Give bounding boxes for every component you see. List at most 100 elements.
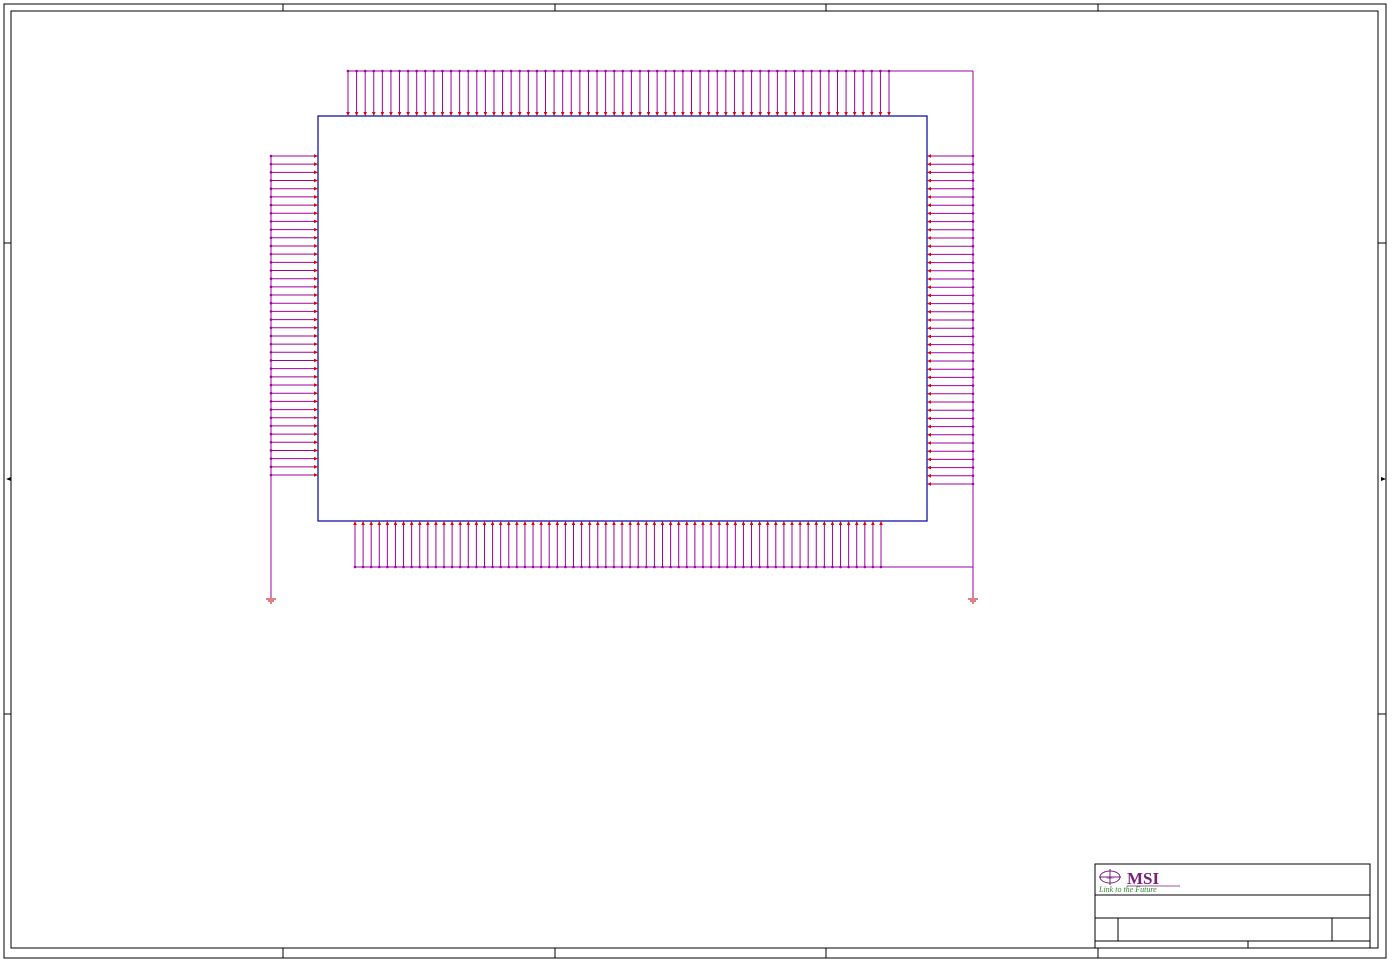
pin-bottom[interactable] — [660, 521, 665, 569]
pin-top[interactable] — [646, 69, 651, 116]
pin-top[interactable] — [526, 69, 531, 116]
pin-bottom[interactable] — [693, 521, 697, 569]
pin-bottom[interactable] — [515, 521, 519, 569]
pin-top[interactable] — [870, 69, 874, 116]
pin-bottom[interactable] — [717, 521, 721, 569]
pin-bottom[interactable] — [612, 521, 616, 569]
pin-bottom[interactable] — [806, 521, 810, 569]
pin-top[interactable] — [569, 69, 574, 116]
pin-left[interactable] — [269, 178, 318, 183]
pin-right[interactable] — [927, 162, 975, 166]
pin-left[interactable] — [269, 350, 318, 355]
pin-left[interactable] — [269, 170, 318, 175]
pin-right[interactable] — [927, 236, 975, 240]
pin-left[interactable] — [269, 325, 318, 330]
pin-left[interactable] — [269, 415, 318, 420]
pin-bottom[interactable] — [628, 521, 632, 569]
pin-right[interactable] — [927, 154, 975, 158]
pin-bottom[interactable] — [814, 521, 819, 569]
pin-bottom[interactable] — [725, 521, 730, 569]
pin-top[interactable] — [363, 69, 367, 116]
pin-bottom[interactable] — [863, 521, 867, 569]
pin-top[interactable] — [629, 69, 634, 116]
pin-right[interactable] — [927, 170, 975, 175]
pin-top[interactable] — [475, 69, 479, 116]
pin-left[interactable] — [269, 473, 318, 477]
pin-top[interactable] — [578, 69, 582, 116]
pin-left[interactable] — [269, 358, 318, 363]
pin-right[interactable] — [927, 367, 975, 371]
pin-top[interactable] — [603, 69, 608, 116]
pin-top[interactable] — [535, 69, 539, 116]
pin-top[interactable] — [801, 69, 805, 116]
pin-top[interactable] — [741, 69, 745, 116]
pin-bottom[interactable] — [676, 521, 681, 569]
pin-top[interactable] — [827, 69, 831, 116]
pin-bottom[interactable] — [604, 521, 608, 569]
pin-top[interactable] — [715, 69, 720, 116]
pin-top[interactable] — [655, 69, 659, 116]
pin-bottom[interactable] — [523, 521, 527, 569]
pin-right[interactable] — [927, 334, 975, 339]
pin-right[interactable] — [927, 465, 975, 470]
pin-top[interactable] — [389, 69, 393, 116]
pin-right[interactable] — [927, 195, 975, 199]
pin-left[interactable] — [269, 399, 318, 404]
pin-left[interactable] — [269, 383, 318, 387]
pin-right[interactable] — [927, 260, 975, 265]
pin-left[interactable] — [269, 219, 318, 224]
pin-top[interactable] — [354, 69, 359, 116]
pin-top[interactable] — [466, 69, 471, 116]
pin-right[interactable] — [927, 457, 975, 462]
pin-left[interactable] — [269, 407, 318, 412]
pin-right[interactable] — [927, 219, 975, 224]
pin-right[interactable] — [927, 211, 975, 216]
pin-right[interactable] — [927, 178, 975, 183]
pin-bottom[interactable] — [879, 521, 883, 569]
pin-bottom[interactable] — [426, 521, 430, 569]
pin-left[interactable] — [269, 432, 318, 436]
pin-left[interactable] — [269, 465, 318, 469]
pin-left[interactable] — [269, 334, 318, 338]
pin-top[interactable] — [689, 69, 694, 116]
pin-top[interactable] — [818, 69, 823, 116]
pin-right[interactable] — [927, 383, 975, 388]
pin-right[interactable] — [927, 228, 975, 232]
pin-bottom[interactable] — [871, 521, 875, 569]
pin-left[interactable] — [269, 195, 318, 199]
pin-right[interactable] — [927, 269, 975, 273]
pin-top[interactable] — [766, 69, 771, 116]
pin-top[interactable] — [887, 69, 891, 116]
pin-left[interactable] — [269, 293, 318, 297]
pin-bottom[interactable] — [409, 521, 414, 569]
pin-left[interactable] — [269, 235, 318, 240]
pin-top[interactable] — [749, 69, 754, 116]
pin-bottom[interactable] — [709, 521, 713, 569]
pin-bottom[interactable] — [846, 521, 851, 569]
pin-bottom[interactable] — [474, 521, 479, 569]
pin-top[interactable] — [672, 69, 677, 116]
pin-bottom[interactable] — [684, 521, 689, 569]
pin-left[interactable] — [269, 154, 318, 158]
pin-bottom[interactable] — [361, 521, 365, 569]
pin-top[interactable] — [681, 69, 685, 116]
pin-top[interactable] — [620, 69, 625, 116]
pin-bottom[interactable] — [790, 521, 794, 569]
pin-right[interactable] — [927, 351, 975, 355]
ic-body[interactable] — [317, 115, 928, 522]
pin-bottom[interactable] — [757, 521, 762, 569]
pin-top[interactable] — [784, 69, 788, 116]
pin-right[interactable] — [927, 277, 975, 281]
pin-top[interactable] — [586, 69, 591, 116]
pin-top[interactable] — [517, 69, 522, 116]
pin-bottom[interactable] — [733, 521, 738, 569]
pin-left[interactable] — [269, 309, 318, 314]
pin-left[interactable] — [269, 391, 318, 396]
pin-left[interactable] — [269, 301, 318, 306]
pin-bottom[interactable] — [466, 521, 471, 569]
pin-right[interactable] — [927, 318, 975, 322]
pin-top[interactable] — [423, 69, 428, 116]
pin-top[interactable] — [809, 69, 814, 116]
pin-right[interactable] — [927, 375, 975, 380]
pin-bottom[interactable] — [620, 521, 624, 569]
